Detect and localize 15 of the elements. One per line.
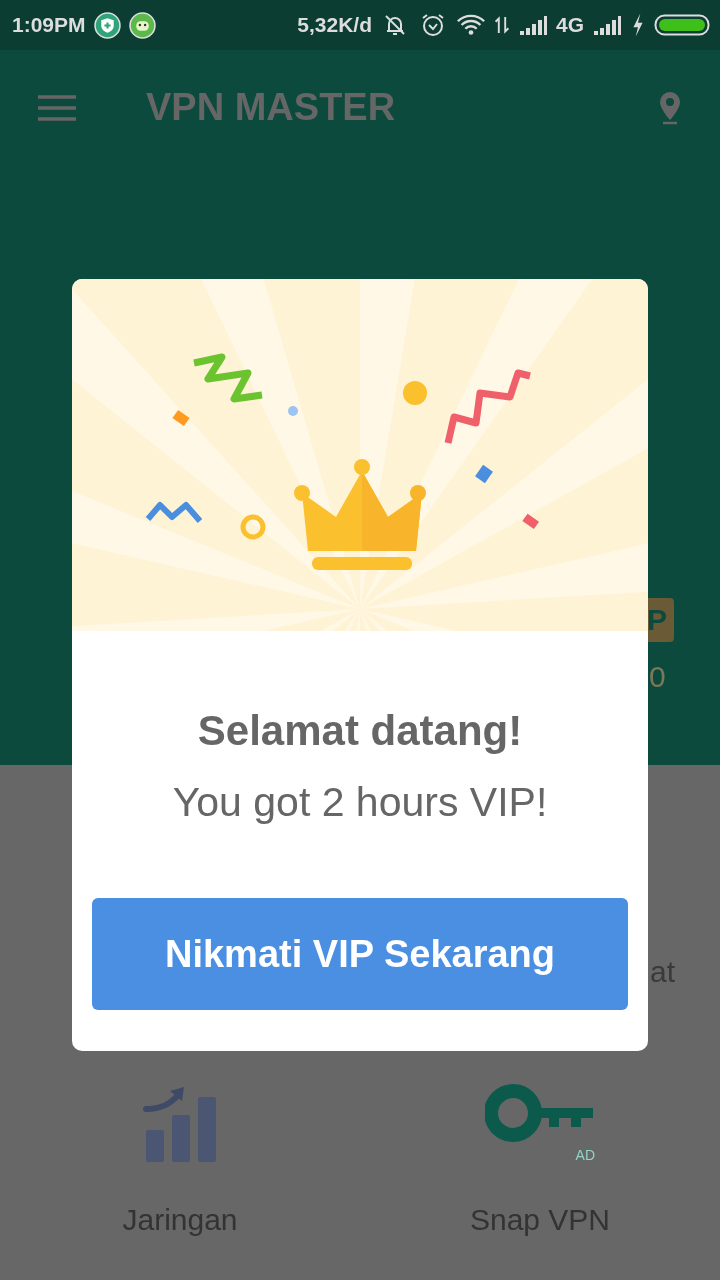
- app-title: VPN MASTER: [146, 86, 396, 129]
- shield-icon: [93, 11, 121, 39]
- android-app-icon: [128, 11, 156, 39]
- network-speed: 5,32K/d: [297, 13, 372, 37]
- battery-icon: [654, 14, 710, 36]
- ad-label: AD: [575, 1147, 595, 1163]
- dialog-message: You got 2 hours VIP!: [172, 779, 548, 826]
- key-icon[interactable]: [485, 1083, 595, 1143]
- status-time: 1:09PM: [12, 13, 86, 37]
- menu-icon[interactable]: [38, 94, 76, 121]
- dialog-title: Selamat datang!: [197, 707, 523, 755]
- location-pin-icon[interactable]: [658, 90, 682, 125]
- enjoy-vip-button[interactable]: Nikmati VIP Sekarang: [92, 898, 628, 1010]
- network-type: 4G: [556, 13, 584, 37]
- counter-text: 0: [649, 660, 666, 694]
